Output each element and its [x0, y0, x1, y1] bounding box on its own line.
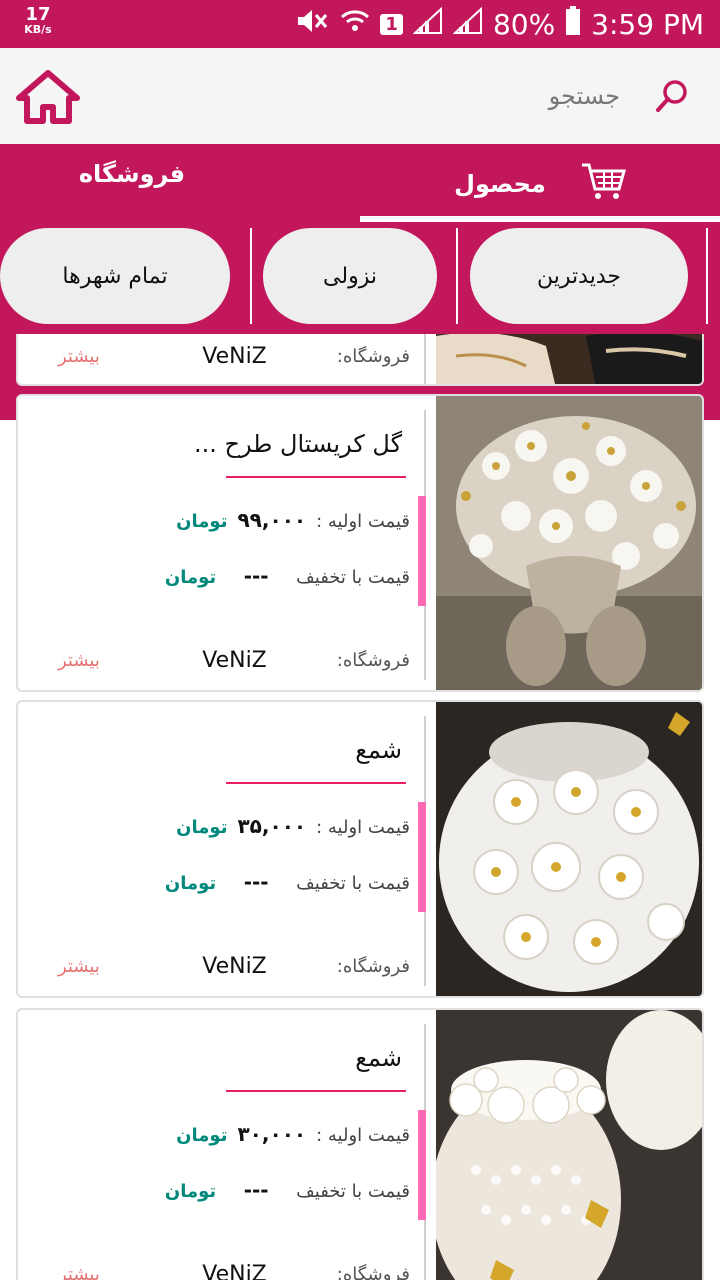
- price-accent-bar: [418, 496, 426, 606]
- discount-price-row: قیمت با تخفیف --- تومان: [165, 1178, 410, 1202]
- mute-icon: [296, 7, 330, 42]
- tab-product-label: محصول: [454, 170, 546, 198]
- initial-price-row: قیمت اولیه : ۹۹,۰۰۰ تومان: [176, 508, 410, 532]
- product-title[interactable]: گل کریستال طرح ...: [194, 430, 402, 458]
- product-title[interactable]: شمع: [355, 736, 402, 764]
- initial-price-label: قیمت اولیه :: [316, 1125, 410, 1146]
- signal-icon-2: [452, 6, 483, 42]
- shop-label: فروشگاه:: [336, 650, 410, 671]
- tab-product[interactable]: محصول: [360, 144, 720, 224]
- filter-divider: [456, 228, 458, 324]
- product-image: [436, 702, 702, 996]
- shop-name[interactable]: VeNiZ: [202, 648, 267, 673]
- product-image: [436, 396, 702, 690]
- tab-store[interactable]: فروشگاه: [0, 134, 264, 214]
- city-filter-button[interactable]: تمام شهرها: [0, 228, 230, 324]
- sort-descending-button[interactable]: نزولی: [263, 228, 437, 324]
- title-underline: [226, 782, 406, 784]
- shop-row: فروشگاه: VeNiZ بیشتر: [58, 648, 410, 673]
- shop-row: فروشگاه: VeNiZ بیشتر: [58, 1262, 410, 1280]
- discount-price-value: ---: [243, 564, 269, 588]
- product-image: [431, 1010, 702, 1280]
- more-link[interactable]: بیشتر: [58, 346, 100, 367]
- more-link[interactable]: بیشتر: [58, 956, 100, 977]
- shop-row: فروشگاه: VeNiZ بیشتر: [58, 344, 410, 369]
- discount-price-label: قیمت با تخفیف: [296, 873, 410, 894]
- wifi-icon: [340, 7, 370, 42]
- discount-price-row: قیمت با تخفیف --- تومان: [165, 870, 410, 894]
- initial-price-value: ۳۰,۰۰۰: [237, 1122, 307, 1146]
- currency-label: تومان: [164, 567, 217, 588]
- currency-label: تومان: [176, 817, 228, 838]
- currency-label: تومان: [176, 1125, 228, 1146]
- price-accent-bar: [418, 802, 426, 912]
- status-bar: 17 KB/s 1 80% 3:59 PM: [0, 0, 720, 48]
- product-image: [436, 334, 702, 384]
- currency-label: تومان: [176, 511, 228, 532]
- network-speed: 17 KB/s: [18, 4, 58, 36]
- shop-name[interactable]: VeNiZ: [202, 954, 267, 979]
- initial-price-value: ۹۹,۰۰۰: [237, 508, 307, 532]
- sim-badge: 1: [380, 13, 403, 35]
- status-icons: 1 80% 3:59 PM: [296, 0, 704, 48]
- initial-price-label: قیمت اولیه :: [316, 817, 410, 838]
- currency-label: تومان: [164, 873, 217, 894]
- cart-icon: [580, 161, 626, 207]
- battery-percent: 80%: [492, 7, 556, 41]
- product-card[interactable]: فروشگاه: VeNiZ بیشتر: [16, 334, 704, 386]
- discount-price-row: قیمت با تخفیف --- تومان: [165, 564, 410, 588]
- shop-name[interactable]: VeNiZ: [202, 1262, 267, 1280]
- shop-label: فروشگاه:: [336, 346, 410, 367]
- shop-label: فروشگاه:: [336, 956, 410, 977]
- more-link[interactable]: بیشتر: [58, 1264, 100, 1280]
- filter-divider: [706, 228, 708, 324]
- shop-name[interactable]: VeNiZ: [202, 344, 267, 369]
- discount-price-label: قیمت با تخفیف: [296, 567, 410, 588]
- card-divider: [424, 334, 426, 384]
- initial-price-value: ۳۵,۰۰۰: [237, 814, 307, 838]
- initial-price-row: قیمت اولیه : ۳۵,۰۰۰ تومان: [176, 814, 410, 838]
- currency-label: تومان: [164, 1181, 217, 1202]
- more-link[interactable]: بیشتر: [58, 650, 100, 671]
- initial-price-label: قیمت اولیه :: [316, 511, 410, 532]
- product-title[interactable]: شمع: [355, 1044, 402, 1072]
- network-speed-unit: KB/s: [24, 23, 52, 36]
- sort-newest-button[interactable]: جدیدترین: [470, 228, 688, 324]
- search-bar: جستجو: [0, 48, 720, 144]
- search-icon[interactable]: [654, 78, 690, 114]
- discount-price-value: ---: [243, 870, 269, 894]
- tab-store-label: فروشگاه: [78, 160, 186, 188]
- battery-icon: [565, 5, 581, 43]
- filter-divider: [250, 228, 252, 324]
- title-underline: [226, 476, 406, 478]
- clock: 3:59 PM: [591, 7, 704, 41]
- search-input[interactable]: جستجو: [549, 82, 620, 110]
- discount-price-label: قیمت با تخفیف: [296, 1181, 410, 1202]
- network-speed-value: 17: [25, 4, 51, 25]
- signal-icon: [412, 6, 443, 42]
- home-icon[interactable]: [16, 70, 80, 124]
- price-accent-bar: [418, 1110, 426, 1220]
- product-card[interactable]: شمع قیمت اولیه : ۳۵,۰۰۰ تومان قیمت با تخ…: [16, 700, 704, 998]
- product-card[interactable]: گل کریستال طرح ... قیمت اولیه : ۹۹,۰۰۰ ت…: [16, 394, 704, 692]
- discount-price-value: ---: [243, 1178, 269, 1202]
- initial-price-row: قیمت اولیه : ۳۰,۰۰۰ تومان: [176, 1122, 410, 1146]
- title-underline: [226, 1090, 406, 1092]
- product-list[interactable]: فروشگاه: VeNiZ بیشتر گل کریستال طرح ... …: [0, 334, 720, 1280]
- shop-row: فروشگاه: VeNiZ بیشتر: [58, 954, 410, 979]
- tab-bar: محصول فروشگاه: [0, 144, 720, 224]
- product-card[interactable]: شمع قیمت اولیه : ۳۰,۰۰۰ تومان قیمت با تخ…: [16, 1008, 704, 1280]
- shop-label: فروشگاه:: [336, 1264, 410, 1280]
